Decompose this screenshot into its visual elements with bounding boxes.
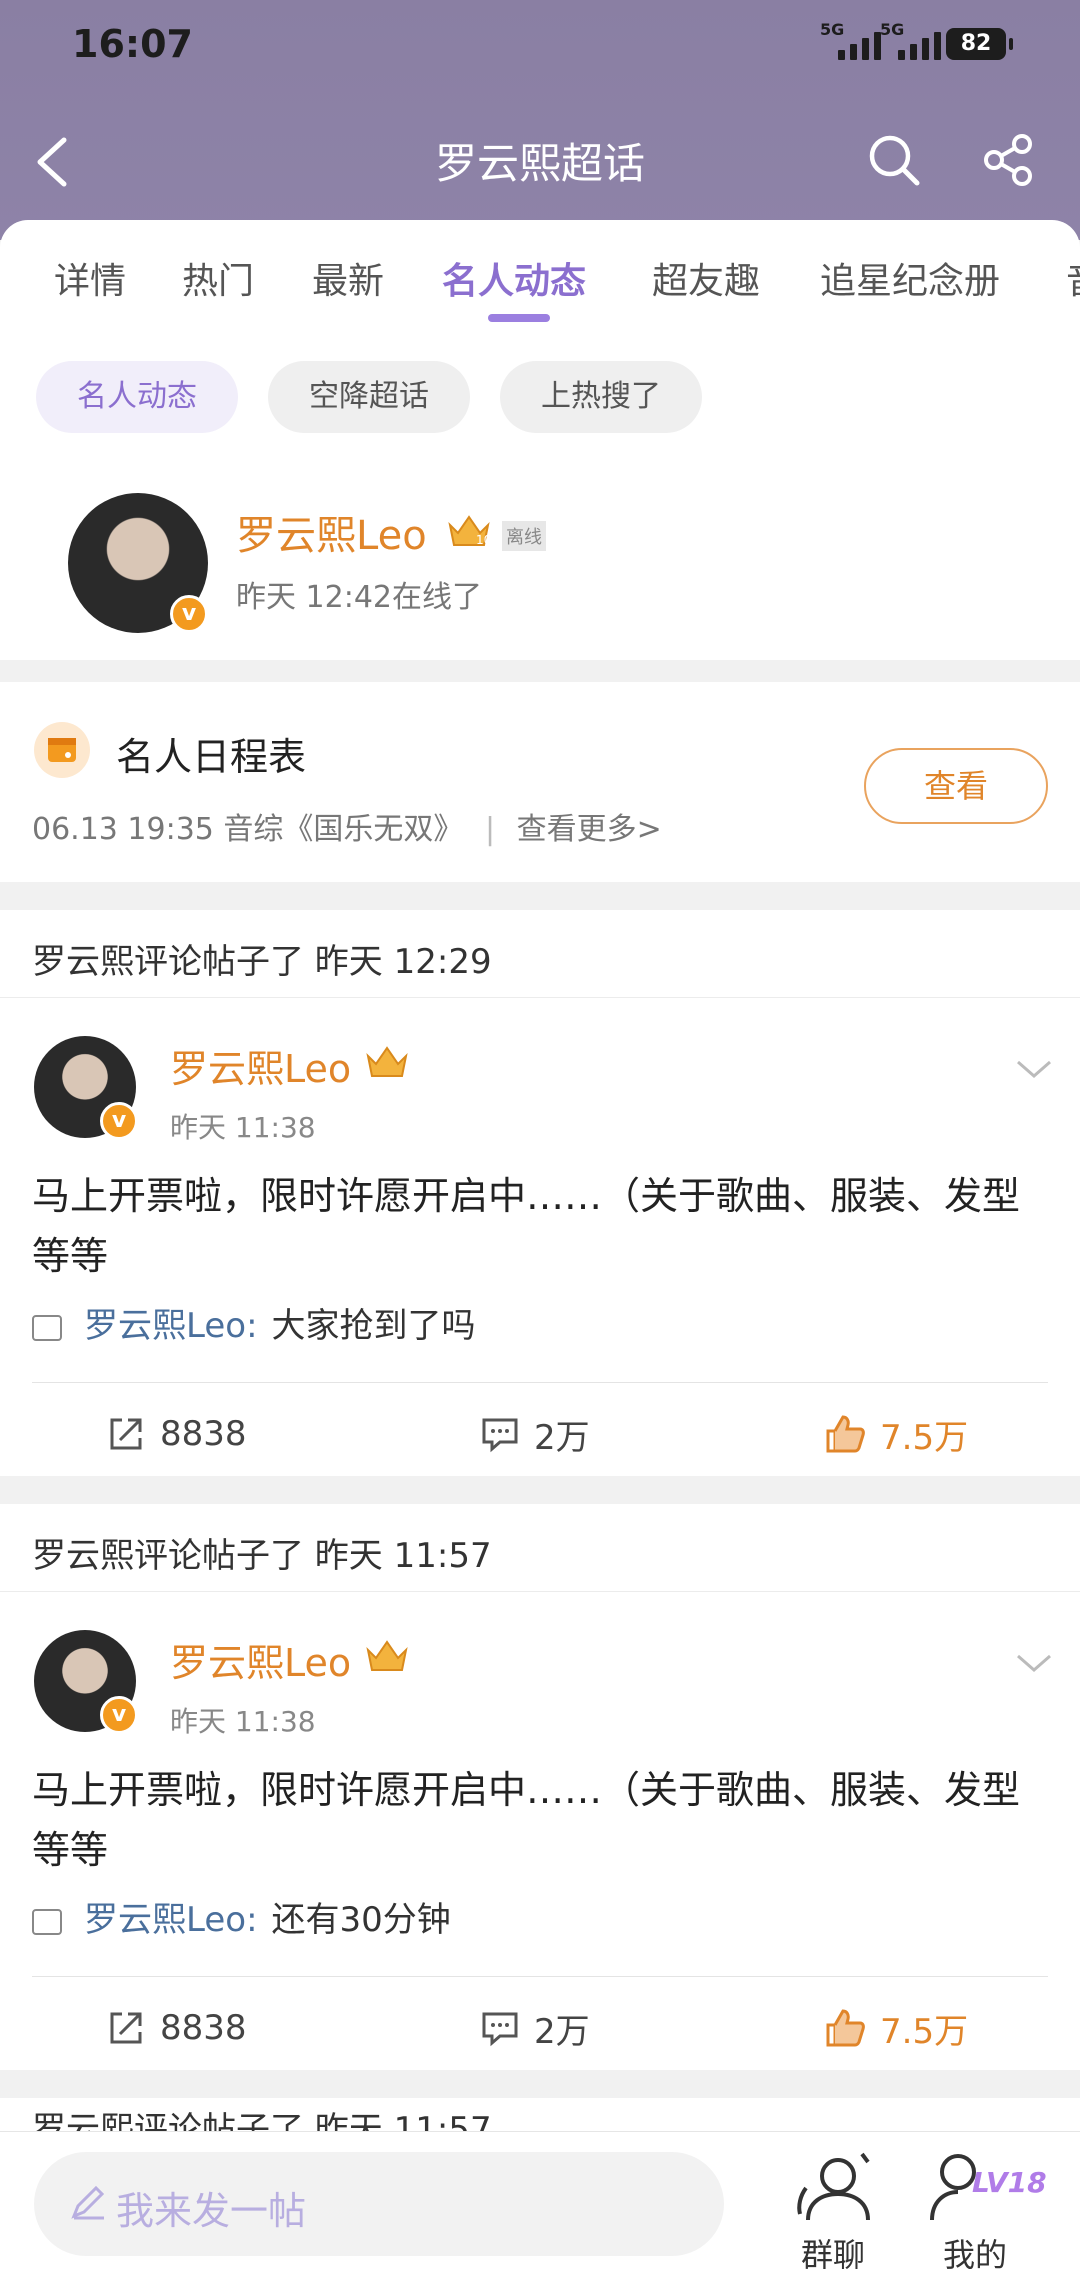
divider (32, 1382, 1048, 1383)
chevron-down-icon[interactable] (1014, 1050, 1054, 1090)
online-status: 昨天 12:42在线了 (236, 580, 482, 615)
calendar-icon (34, 722, 90, 778)
filter-chips: 名人动态 空降超话 上热搜了 (0, 335, 1080, 455)
crown-level-icon (364, 1636, 410, 1676)
bottom-bar: 我来发一帖 群聊 LV18 我的 (0, 2131, 1080, 2281)
share-icon[interactable] (980, 132, 1036, 188)
celebrity-card[interactable]: v 罗云熙Leo 10 离线 昨天 12:42在线了 (0, 455, 1080, 660)
tab-music[interactable]: 音 (1066, 252, 1080, 304)
post-activity-header: 罗云熙评论帖子了 昨天 12:29 (0, 910, 1080, 998)
repost-button[interactable]: 8838 (106, 1998, 247, 2058)
post-card[interactable]: v 罗云熙Leo 昨天 11:38 马上开票啦，限时许愿开启中……（关于歌曲、服… (0, 1592, 1080, 2070)
verified-badge: v (100, 1696, 138, 1734)
group-chat-icon (797, 2152, 870, 2221)
post-author[interactable]: 罗云熙Leo (170, 1632, 351, 1687)
level-badge: LV18 (972, 2166, 1047, 2199)
featured-reply[interactable]: 罗云熙Leo: 大家抢到了吗 (32, 1298, 476, 1347)
status-time: 16:07 (72, 22, 193, 66)
battery-icon: 82 (946, 28, 1013, 60)
divider (32, 1976, 1048, 1977)
thumbs-up-icon (826, 1415, 865, 1453)
schedule-card: 名人日程表 06.13 19:35 音综《国乐无双》 | 查看更多> 查看 (0, 682, 1080, 882)
repost-icon (110, 1418, 142, 1450)
post-text[interactable]: 马上开票啦，限时许愿开启中……（关于歌曲、服装、发型等等 (32, 1166, 1052, 1286)
chip-trending[interactable]: 上热搜了 (500, 361, 702, 433)
verified-badge: v (100, 1102, 138, 1140)
header: 16:07 5G 5G 82 罗云熙超话 (0, 0, 1080, 240)
celebrity-name[interactable]: 罗云熙Leo (236, 503, 427, 561)
profile-button[interactable]: LV18 我的 (920, 2148, 1047, 2274)
tab-hot[interactable]: 热门 (182, 252, 254, 304)
post-card[interactable]: v 罗云熙Leo 昨天 11:38 马上开票啦，限时许愿开启中……（关于歌曲、服… (0, 998, 1080, 1476)
post-author[interactable]: 罗云熙Leo (170, 1038, 351, 1093)
post-text[interactable]: 马上开票啦，限时许愿开启中……（关于歌曲、服装、发型等等 (32, 1760, 1052, 1880)
crown-level-icon (364, 1042, 410, 1082)
chevron-down-icon[interactable] (1014, 1644, 1054, 1684)
repost-icon (110, 2012, 142, 2044)
chip-airdrop[interactable]: 空降超话 (268, 361, 470, 433)
offline-badge: 离线 (502, 521, 546, 551)
group-chat-button[interactable]: 群聊 (778, 2148, 888, 2274)
comment-button[interactable]: 2万 (480, 1998, 590, 2058)
post-time: 昨天 11:38 (170, 1705, 316, 1738)
comment-icon (482, 2012, 518, 2047)
chip-celebrity-updates[interactable]: 名人动态 (36, 361, 238, 433)
tab-fan-album[interactable]: 追星纪念册 (820, 252, 1000, 304)
tab-latest[interactable]: 最新 (312, 252, 384, 304)
verified-badge: v (170, 595, 208, 633)
crown-level-icon: 10 (446, 511, 492, 551)
status-bar: 16:07 5G 5G 82 (0, 0, 1080, 90)
tab-details[interactable]: 详情 (54, 252, 126, 304)
like-button[interactable]: 7.5万 (824, 1998, 968, 2058)
svg-text:10: 10 (476, 533, 491, 547)
active-tab-indicator (488, 314, 550, 322)
comment-icon (32, 1909, 62, 1935)
view-schedule-button[interactable]: 查看 (864, 748, 1048, 824)
compose-post-input[interactable]: 我来发一帖 (34, 2152, 724, 2256)
post-activity-header: 罗云熙评论帖子了 昨天 11:57 (0, 2098, 1080, 2131)
pen-icon (68, 2182, 108, 2222)
schedule-title: 名人日程表 (116, 735, 307, 779)
comment-icon (32, 1315, 62, 1341)
view-more-link[interactable]: 查看更多> (517, 812, 662, 847)
post-time: 昨天 11:38 (170, 1111, 316, 1144)
repost-button[interactable]: 8838 (106, 1404, 247, 1464)
comment-icon (482, 1418, 518, 1453)
tab-celebrity-updates[interactable]: 名人动态 (442, 252, 586, 304)
comment-button[interactable]: 2万 (480, 1404, 590, 1464)
page-title: 罗云熙超话 (434, 139, 645, 188)
post-activity-header: 罗云熙评论帖子了 昨天 11:57 (0, 1504, 1080, 1592)
compose-placeholder: 我来发一帖 (116, 2189, 307, 2233)
thumbs-up-icon (826, 2009, 865, 2047)
schedule-detail: 06.13 19:35 音综《国乐无双》 | 查看更多> (32, 812, 662, 847)
tab-bar: 详情 热门 最新 名人动态 超友趣 追星纪念册 音 (0, 220, 1080, 335)
featured-reply[interactable]: 罗云熙Leo: 还有30分钟 (32, 1892, 451, 1941)
tab-fan-fun[interactable]: 超友趣 (652, 252, 760, 304)
search-icon[interactable] (866, 132, 922, 188)
back-button[interactable] (30, 132, 80, 192)
like-button[interactable]: 7.5万 (824, 1404, 968, 1464)
